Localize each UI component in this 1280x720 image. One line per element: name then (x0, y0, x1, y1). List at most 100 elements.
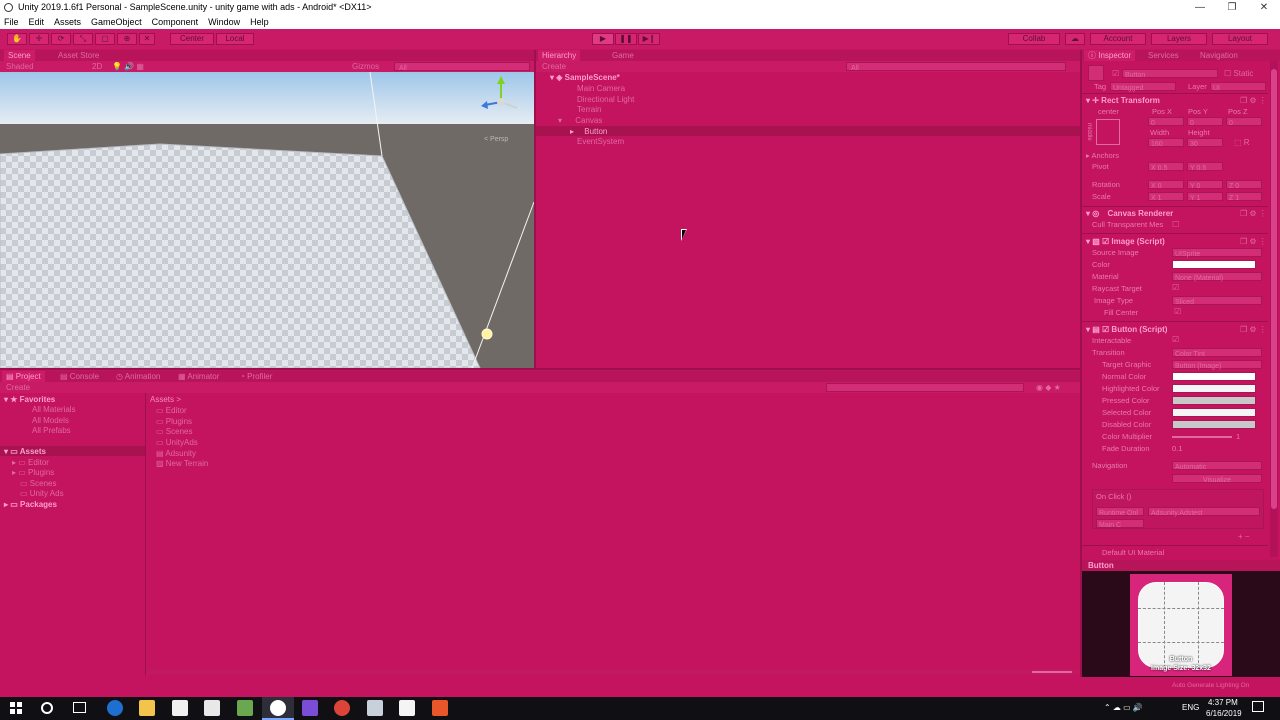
rotation-x-field[interactable]: X 0 (1148, 180, 1184, 190)
transition-dropdown[interactable]: Color Tint (1172, 348, 1262, 358)
chrome-icon[interactable] (334, 700, 350, 716)
preview-header[interactable]: Button (1082, 560, 1280, 571)
pos-z-field[interactable]: 0 (1226, 117, 1262, 127)
rotation-z-field[interactable]: Z 0 (1226, 180, 1262, 190)
mail-icon[interactable] (204, 700, 220, 716)
minimize-button[interactable]: — (1184, 0, 1216, 15)
scene-viewport[interactable] (0, 72, 534, 368)
shading-mode-dropdown[interactable]: Shaded (6, 62, 34, 71)
inspector-scroll-thumb[interactable] (1271, 69, 1277, 509)
project-create-button[interactable]: Create (6, 383, 30, 392)
tab-scene[interactable]: Scene (4, 50, 35, 61)
move-tool-button[interactable]: ✛ (29, 33, 49, 45)
fade-duration-value[interactable]: 0.1 (1172, 444, 1182, 453)
blueprint-raw-buttons[interactable]: ⬚ R (1234, 138, 1250, 147)
maximize-button[interactable]: ❐ (1216, 0, 1248, 15)
layer-dropdown[interactable]: UI (1210, 82, 1266, 92)
scale-tool-button[interactable]: ⤡ (73, 33, 93, 45)
height-field[interactable]: 30 (1187, 138, 1223, 148)
normal-color-swatch[interactable] (1172, 372, 1256, 381)
material-field[interactable]: None (Material) (1172, 272, 1262, 282)
favorite-all-models[interactable]: All Models (32, 416, 69, 425)
tab-profiler[interactable]: ◔ Profiler (236, 371, 276, 382)
image-script-header[interactable]: ▾ ▧ ☑ Image (Script) (1086, 237, 1165, 246)
pivot-x-field[interactable]: X 0.5 (1148, 162, 1184, 172)
app-icon[interactable] (237, 700, 253, 716)
step-button[interactable]: ▶❙ (638, 33, 660, 45)
menu-window[interactable]: Window (208, 15, 240, 29)
tab-navigation[interactable]: Navigation (1196, 50, 1242, 61)
tree-editor-folder[interactable]: ▸ ▭ Editor (12, 458, 49, 467)
store-icon[interactable] (172, 700, 188, 716)
hierarchy-item-button[interactable]: ▸ Button (570, 127, 607, 136)
rotation-y-field[interactable]: Y 0 (1187, 180, 1223, 190)
object-name-input[interactable]: Button (1122, 69, 1218, 79)
source-image-field[interactable]: UISprite (1172, 248, 1262, 258)
add-remove-listener-buttons[interactable]: + − (1238, 532, 1250, 541)
color-swatch[interactable] (1172, 260, 1256, 269)
system-tray-icons[interactable]: ⌃ ☁ ▭ 🔊 (1104, 703, 1143, 712)
asset-editor-folder[interactable]: ▭ Editor (156, 406, 187, 415)
collab-button[interactable]: Collab (1008, 33, 1060, 45)
anchor-preset-button[interactable] (1096, 119, 1120, 145)
notification-icon[interactable] (1252, 701, 1264, 712)
target-graphic-field[interactable]: Button (Image) (1172, 360, 1262, 370)
asset-unityads-folder[interactable]: ▭ UnityAds (156, 438, 198, 447)
tag-dropdown[interactable]: Untagged (1110, 82, 1176, 92)
asset-scenes-folder[interactable]: ▭ Scenes (156, 427, 192, 436)
component-menu-icons[interactable]: ❐ ⚙ ⋮ (1240, 209, 1267, 218)
static-toggle[interactable]: ☐ Static (1224, 69, 1253, 78)
tab-services[interactable]: Services (1144, 50, 1183, 61)
lighting-icon[interactable]: 💡 🔊 ▦ (112, 62, 144, 71)
gizmos-dropdown[interactable]: Gizmos (352, 62, 379, 71)
menu-file[interactable]: File (4, 15, 19, 29)
space-local-button[interactable]: Local (216, 33, 254, 45)
component-menu-icons[interactable]: ❐ ⚙ ⋮ (1240, 237, 1267, 246)
layout-dropdown[interactable]: Layout (1212, 33, 1268, 45)
favorites-node[interactable]: ▾ ★ Favorites (4, 395, 55, 404)
tab-console[interactable]: ▤ Console (56, 371, 103, 382)
account-dropdown[interactable]: Account (1090, 33, 1146, 45)
highlighted-color-swatch[interactable] (1172, 384, 1256, 393)
color-multiplier-slider[interactable] (1172, 436, 1232, 438)
favorite-all-materials[interactable]: All Materials (32, 405, 76, 414)
interactable-checkbox[interactable]: ☑ (1172, 335, 1179, 344)
function-dropdown[interactable]: Adsunity.Adstest (1148, 507, 1260, 517)
scale-z-field[interactable]: Z 1 (1226, 192, 1262, 202)
cull-transparent-checkbox[interactable]: ☐ (1172, 220, 1179, 229)
hierarchy-item-terrain[interactable]: Terrain (577, 105, 601, 114)
tab-animation[interactable]: ◷ Animation (112, 371, 164, 382)
project-search-input[interactable] (826, 383, 1024, 392)
width-field[interactable]: 160 (1148, 138, 1184, 148)
hierarchy-item-canvas[interactable]: ▾ Canvas (558, 116, 602, 125)
inspector-scrollbar[interactable] (1270, 61, 1278, 557)
assets-breadcrumb[interactable]: Assets > (150, 395, 181, 404)
raycast-target-checkbox[interactable]: ☑ (1172, 283, 1179, 292)
cortana-icon[interactable] (41, 702, 53, 714)
tab-project[interactable]: ▤ Project (2, 371, 45, 382)
auto-generate-status[interactable]: Auto Generate Lighting On (1172, 682, 1249, 689)
tab-inspector[interactable]: ⓘ Inspector (1084, 50, 1136, 61)
menu-gameobject[interactable]: GameObject (91, 15, 142, 29)
tab-game[interactable]: Game (608, 50, 638, 61)
app-icon-3[interactable] (432, 700, 448, 716)
icon-size-slider[interactable] (1032, 671, 1072, 673)
packages-node[interactable]: ▸ ▭ Packages (4, 500, 57, 509)
favorite-all-prefabs[interactable]: All Prefabs (32, 426, 71, 435)
scale-x-field[interactable]: X 1 (1148, 192, 1184, 202)
tree-unityads-folder[interactable]: ▭ Unity Ads (20, 489, 64, 498)
notepad-icon[interactable] (399, 700, 415, 716)
disabled-color-swatch[interactable] (1172, 420, 1256, 429)
menu-assets[interactable]: Assets (54, 15, 81, 29)
tree-plugins-folder[interactable]: ▸ ▭ Plugins (12, 468, 54, 477)
button-script-header[interactable]: ▾ ▤ ☑ Button (Script) (1086, 325, 1167, 334)
layers-dropdown[interactable]: Layers (1151, 33, 1207, 45)
tab-asset-store[interactable]: Asset Store (54, 50, 103, 61)
fill-center-checkbox[interactable]: ☑ (1174, 307, 1181, 316)
project-filter-icons[interactable]: ◉ ◆ ★ (1036, 383, 1061, 392)
edge-icon[interactable] (107, 700, 123, 716)
tree-scenes-folder[interactable]: ▭ Scenes (20, 479, 56, 488)
mode-2d-toggle[interactable]: 2D (92, 62, 102, 71)
navigation-dropdown[interactable]: Automatic (1172, 461, 1262, 471)
unity-taskbar-icon[interactable] (270, 700, 286, 716)
